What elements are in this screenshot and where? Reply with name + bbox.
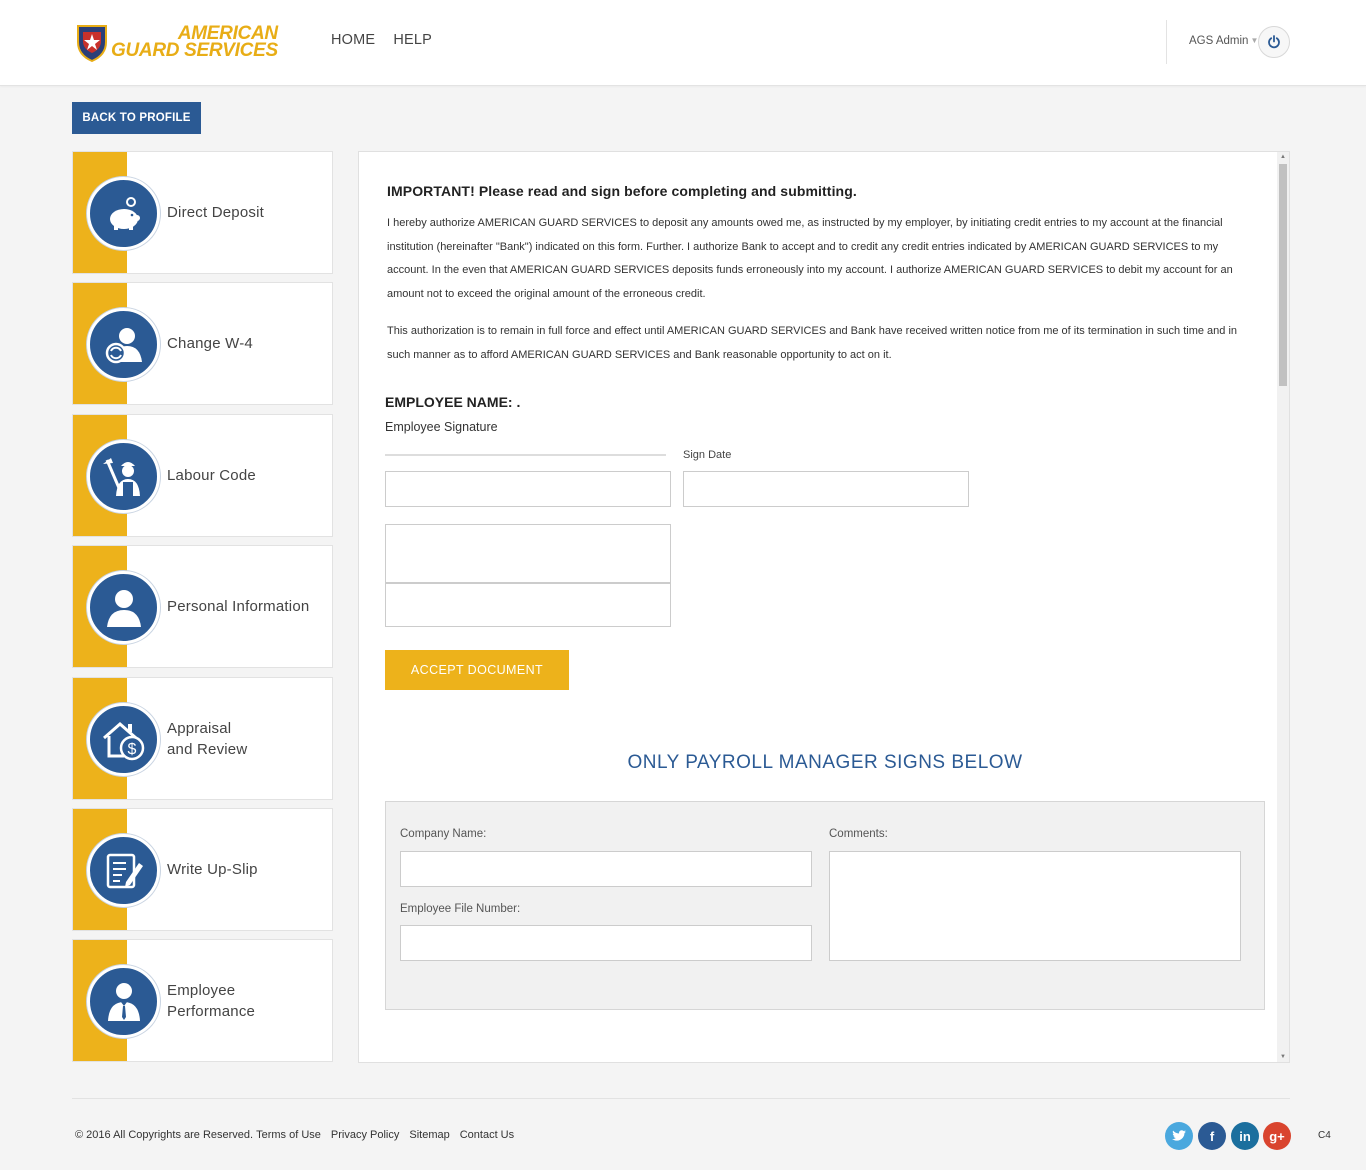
logo-line-2: GUARD SERVICES xyxy=(111,40,278,61)
sidebar-item-write-up-slip[interactable]: Write Up-Slip xyxy=(72,808,333,931)
scroll-up-arrow-icon[interactable]: ▲ xyxy=(1280,154,1286,160)
sidebar-item-label: Write Up-Slip xyxy=(167,861,258,878)
copyright-text: © 2016 All Copyrights are Reserved. xyxy=(75,1129,254,1141)
shield-logo-icon xyxy=(77,25,107,62)
user-menu[interactable]: AGS Admin ▼ xyxy=(1189,35,1258,47)
employee-signature-label: Employee Signature xyxy=(385,420,498,434)
footer-links: © 2016 All Copyrights are Reserved. Term… xyxy=(75,1129,524,1141)
sidebar-item-labour-code[interactable]: Labour Code xyxy=(72,414,333,537)
house-dollar-icon: $ xyxy=(87,703,160,776)
payroll-heading: ONLY PAYROLL MANAGER SIGNS BELOW xyxy=(627,752,1023,773)
sidebar-item-label: Change W-4 xyxy=(167,335,253,352)
sidebar-item-label: Personal Information xyxy=(167,598,310,615)
sidebar-item-label: Appraisal and Review xyxy=(167,678,247,799)
version-badge: C4 xyxy=(1318,1130,1331,1141)
footer-divider xyxy=(72,1098,1290,1099)
important-heading: IMPORTANT! Please read and sign before c… xyxy=(387,183,857,199)
header: AMERICAN GUARD SERVICES HOME HELP AGS Ad… xyxy=(0,0,1366,86)
power-icon xyxy=(1268,35,1280,49)
label-line-2: Performance xyxy=(167,1002,256,1020)
document-pencil-icon xyxy=(87,834,160,907)
user-refresh-icon xyxy=(87,308,160,381)
sitemap-link[interactable]: Sitemap xyxy=(409,1129,449,1141)
nav-help-link[interactable]: HELP xyxy=(393,32,432,48)
svg-text:$: $ xyxy=(127,741,136,758)
employee-file-number-input[interactable] xyxy=(400,925,812,961)
piggy-bank-icon xyxy=(87,177,160,250)
scroll-down-arrow-icon[interactable]: ▼ xyxy=(1280,1054,1286,1060)
scrollbar-thumb[interactable] xyxy=(1279,164,1287,386)
sidebar-item-employee-performance[interactable]: Employee Performance xyxy=(72,939,333,1062)
logo-text: AMERICAN GUARD SERVICES xyxy=(111,24,278,61)
terms-of-use-link[interactable]: Terms of Use xyxy=(256,1129,321,1141)
sidebar-item-label: Employee Performance xyxy=(167,940,255,1061)
company-name-input[interactable] xyxy=(400,851,812,887)
document-panel: IMPORTANT! Please read and sign before c… xyxy=(358,151,1290,1063)
google-plus-icon[interactable]: g+ xyxy=(1263,1122,1291,1150)
employee-file-number-label: Employee File Number: xyxy=(400,903,521,915)
authorization-paragraph-2: This authorization is to remain in full … xyxy=(387,325,1238,361)
signature-pad[interactable] xyxy=(385,524,671,583)
twitter-icon[interactable] xyxy=(1165,1122,1193,1150)
logout-button[interactable] xyxy=(1258,26,1290,58)
panel-scrollbar[interactable]: ▲ ▼ xyxy=(1277,152,1289,1062)
facebook-icon[interactable]: f xyxy=(1198,1122,1226,1150)
employee-signature-field[interactable] xyxy=(385,471,671,507)
sidebar-item-label: Labour Code xyxy=(167,467,256,484)
sign-date-label: Sign Date xyxy=(683,449,732,461)
employee-name: EMPLOYEE NAME: . xyxy=(385,394,521,410)
sidebar-item-direct-deposit[interactable]: Direct Deposit xyxy=(72,151,333,274)
comments-textarea[interactable] xyxy=(829,851,1241,961)
worker-icon xyxy=(87,440,160,513)
sidebar-item-label: Direct Deposit xyxy=(167,204,264,221)
signature-line xyxy=(385,454,666,456)
sidebar-item-appraisal-and-review[interactable]: $ Appraisal and Review xyxy=(72,677,333,800)
signature-pad-footer[interactable] xyxy=(385,583,671,627)
authorization-paragraph-1: I hereby authorize AMERICAN GUARD SERVIC… xyxy=(387,217,1233,300)
payroll-manager-form: Company Name: Employee File Number: Comm… xyxy=(385,801,1265,1010)
sidebar-item-personal-information[interactable]: Personal Information xyxy=(72,545,333,668)
sign-date-field[interactable] xyxy=(683,471,969,507)
sidebar-item-change-w4[interactable]: Change W-4 xyxy=(72,282,333,405)
comments-label: Comments: xyxy=(829,828,888,840)
label-line-1: Employee xyxy=(167,981,236,999)
main-nav: HOME HELP xyxy=(331,32,432,48)
business-person-icon xyxy=(87,965,160,1038)
logo[interactable]: AMERICAN GUARD SERVICES xyxy=(75,22,278,62)
contact-us-link[interactable]: Contact Us xyxy=(460,1129,514,1141)
nav-home-link[interactable]: HOME xyxy=(331,32,375,48)
accept-document-button[interactable]: ACCEPT DOCUMENT xyxy=(385,650,569,690)
user-icon xyxy=(87,571,160,644)
company-name-label: Company Name: xyxy=(400,828,487,840)
user-name: AGS Admin xyxy=(1189,35,1249,47)
linkedin-icon[interactable]: in xyxy=(1231,1122,1259,1150)
label-line-1: Appraisal xyxy=(167,719,232,737)
privacy-policy-link[interactable]: Privacy Policy xyxy=(331,1129,399,1141)
label-line-2: and Review xyxy=(167,740,248,758)
back-to-profile-button[interactable]: BACK TO PROFILE xyxy=(72,102,201,134)
header-divider xyxy=(1166,20,1167,64)
